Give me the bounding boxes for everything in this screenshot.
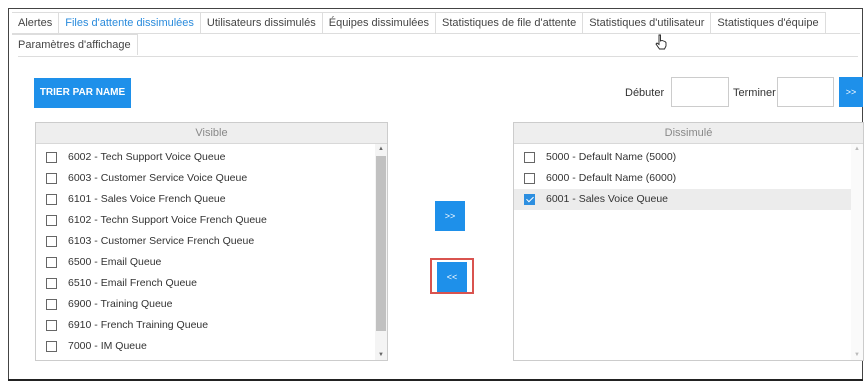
list-item[interactable]: 6900 - Training Queue xyxy=(36,294,387,315)
checkbox[interactable] xyxy=(46,173,57,184)
end-date-input[interactable] xyxy=(777,77,834,107)
checkbox[interactable] xyxy=(524,194,535,205)
list-item[interactable]: 7000 - IM Queue xyxy=(36,336,387,357)
visible-list: Visible 6002 - Tech Support Voice Queue … xyxy=(35,122,388,361)
list-item[interactable]: 6910 - French Training Queue xyxy=(36,315,387,336)
tab-queue-stats[interactable]: Statistiques de file d'attente xyxy=(435,12,584,33)
checkbox[interactable] xyxy=(46,152,57,163)
scroll-thumb[interactable] xyxy=(376,156,386,331)
checkbox[interactable] xyxy=(46,194,57,205)
visible-list-header: Visible xyxy=(36,123,387,144)
checkbox[interactable] xyxy=(46,257,57,268)
tab-alertes[interactable]: Alertes xyxy=(12,12,60,33)
tab-hidden-queues[interactable]: Files d'attente dissimulées xyxy=(58,12,201,33)
list-item[interactable]: 6101 - Sales Voice French Queue xyxy=(36,189,387,210)
frame-bottom-border xyxy=(8,379,863,381)
scroll-up-icon[interactable]: ▲ xyxy=(375,144,387,154)
tab-user-stats[interactable]: Statistiques d'utilisateur xyxy=(582,12,712,33)
hand-cursor-icon xyxy=(655,34,667,50)
list-item[interactable]: 6002 - Tech Support Voice Queue xyxy=(36,147,387,168)
tab-display-settings[interactable]: Paramètres d'affichage xyxy=(12,34,138,55)
hidden-list-items: 5000 - Default Name (5000) 6000 - Defaul… xyxy=(514,144,863,210)
checkbox[interactable] xyxy=(46,320,57,331)
tab-row-2: Paramètres d'affichage xyxy=(12,34,860,55)
list-item[interactable]: 6000 - Default Name (6000) xyxy=(514,168,863,189)
list-item[interactable]: 6003 - Customer Service Voice Queue xyxy=(36,168,387,189)
scroll-up-icon[interactable]: ▲ xyxy=(851,144,863,154)
end-label: Terminer xyxy=(733,87,776,99)
checkbox[interactable] xyxy=(524,152,535,163)
sort-by-name-button[interactable]: TRIER PAR NAME xyxy=(34,78,131,108)
tab-row-1: Alertes Files d'attente dissimulées Util… xyxy=(12,12,860,34)
list-item[interactable]: 5000 - Default Name (5000) xyxy=(514,147,863,168)
scroll-down-icon[interactable]: ▼ xyxy=(375,350,387,360)
list-item[interactable]: 6103 - Customer Service French Queue xyxy=(36,231,387,252)
start-date-input[interactable] xyxy=(671,77,729,107)
visible-list-scrollbar[interactable]: ▲ ▼ xyxy=(375,144,387,360)
list-item[interactable]: 6102 - Techn Support Voice French Queue xyxy=(36,210,387,231)
checkbox[interactable] xyxy=(46,278,57,289)
list-item[interactable]: 6500 - Email Queue xyxy=(36,252,387,273)
hidden-list-header: Dissimulé xyxy=(514,123,863,144)
checkbox[interactable] xyxy=(524,173,535,184)
hidden-list: Dissimulé 5000 - Default Name (5000) 600… xyxy=(513,122,864,361)
visible-list-items: 6002 - Tech Support Voice Queue 6003 - C… xyxy=(36,144,387,357)
list-item[interactable]: 6510 - Email French Queue xyxy=(36,273,387,294)
tab-bar: Alertes Files d'attente dissimulées Util… xyxy=(12,12,860,55)
checkbox[interactable] xyxy=(46,215,57,226)
list-item[interactable]: 6001 - Sales Voice Queue xyxy=(514,189,863,210)
tab-hidden-users[interactable]: Utilisateurs dissimulés xyxy=(199,12,323,33)
checkbox[interactable] xyxy=(46,341,57,352)
tab-hidden-teams[interactable]: Équipes dissimulées xyxy=(321,12,437,33)
checkbox[interactable] xyxy=(46,236,57,247)
tab-team-stats[interactable]: Statistiques d'équipe xyxy=(710,12,826,33)
hidden-list-scrollbar[interactable]: ▲ ▼ xyxy=(851,144,863,360)
move-to-visible-button[interactable]: << xyxy=(437,262,467,292)
move-to-hidden-button[interactable]: >> xyxy=(435,201,465,231)
start-label: Débuter xyxy=(625,87,665,99)
apply-dates-button[interactable]: >> xyxy=(839,77,863,107)
scroll-down-icon[interactable]: ▼ xyxy=(851,350,863,360)
checkbox[interactable] xyxy=(46,299,57,310)
